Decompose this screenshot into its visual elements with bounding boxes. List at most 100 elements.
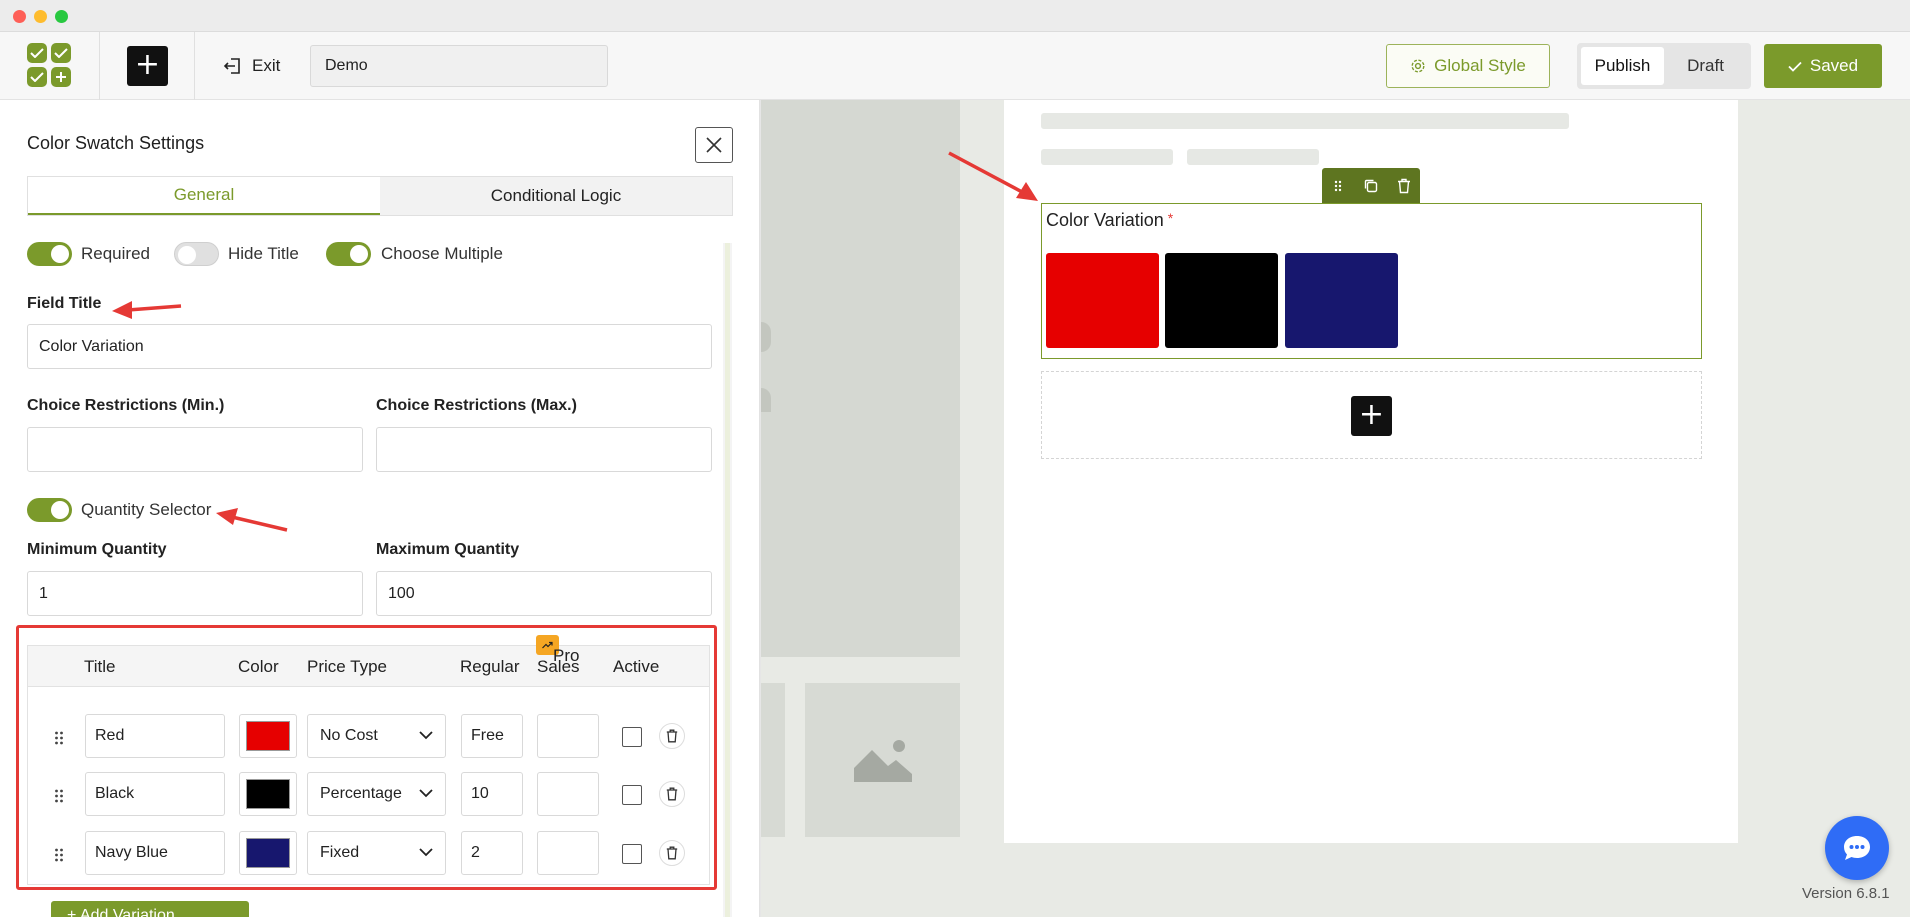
delete-row-button[interactable] bbox=[659, 781, 685, 807]
panel-title: Color Swatch Settings bbox=[27, 133, 205, 153]
field-title-input[interactable]: Color Variation bbox=[27, 324, 712, 369]
add-variation-button[interactable]: + Add Variation bbox=[51, 901, 249, 917]
choose-multiple-label: Choose Multiple bbox=[381, 244, 503, 263]
column-title: Title bbox=[84, 657, 116, 676]
chevron-down-icon bbox=[419, 789, 433, 798]
plus-icon: + bbox=[134, 47, 161, 82]
gear-icon bbox=[1411, 59, 1425, 73]
version-label: Version 6.8.1 bbox=[1802, 885, 1890, 902]
close-panel-button[interactable] bbox=[695, 127, 733, 163]
window-titlebar bbox=[0, 0, 1910, 32]
drag-handle-icon[interactable] bbox=[54, 847, 64, 863]
sales-price-input[interactable] bbox=[537, 714, 599, 758]
choose-multiple-toggle[interactable] bbox=[326, 242, 371, 266]
active-checkbox[interactable] bbox=[622, 785, 642, 805]
hide-title-label: Hide Title bbox=[228, 244, 299, 263]
choice-max-input[interactable] bbox=[376, 427, 712, 472]
add-field-button[interactable]: + bbox=[1351, 396, 1392, 436]
min-quantity-input[interactable]: 1 bbox=[27, 571, 363, 616]
variation-color-picker[interactable] bbox=[239, 714, 297, 758]
trash-icon bbox=[666, 729, 678, 743]
minimize-window-button[interactable] bbox=[34, 10, 47, 23]
trending-up-icon bbox=[542, 641, 553, 649]
table-row: Black Percentage 10 bbox=[28, 772, 709, 820]
global-style-button[interactable]: Global Style bbox=[1386, 44, 1550, 88]
draft-option[interactable]: Draft bbox=[1664, 47, 1747, 85]
drag-handle-icon[interactable] bbox=[54, 788, 64, 804]
skeleton-line bbox=[1041, 149, 1173, 165]
tab-conditional-logic[interactable]: Conditional Logic bbox=[380, 177, 732, 215]
variation-color-picker[interactable] bbox=[239, 772, 297, 816]
editor-toolbar: + Exit Demo Global Style Publish Draft S… bbox=[0, 32, 1910, 100]
trash-icon bbox=[666, 787, 678, 801]
close-icon bbox=[706, 137, 722, 153]
choice-min-input[interactable] bbox=[27, 427, 363, 472]
image-icon bbox=[853, 740, 912, 782]
choice-max-label: Choice Restrictions (Max.) bbox=[376, 397, 577, 414]
settings-tabs: General Conditional Logic bbox=[27, 176, 733, 216]
drag-handle-icon[interactable] bbox=[54, 730, 64, 746]
swatch-black[interactable] bbox=[1165, 253, 1278, 348]
variation-title-input[interactable]: Red bbox=[85, 714, 225, 758]
background-placeholder-block bbox=[761, 100, 960, 657]
regular-price-input[interactable]: 2 bbox=[461, 831, 523, 875]
color-swatch-widget[interactable]: Color Variation * bbox=[1041, 203, 1702, 359]
table-row: Red No Cost Free bbox=[28, 714, 709, 762]
variations-table-header: Title Color Price Type Regular Sales Act… bbox=[28, 635, 709, 687]
saved-button[interactable]: Saved bbox=[1764, 44, 1882, 88]
image-placeholder bbox=[805, 683, 960, 837]
delete-row-button[interactable] bbox=[659, 840, 685, 866]
column-regular: Regular bbox=[460, 657, 520, 676]
regular-price-input[interactable]: 10 bbox=[461, 772, 523, 816]
delete-row-button[interactable] bbox=[659, 723, 685, 749]
add-field-dropzone: + bbox=[1041, 371, 1702, 459]
add-element-button[interactable]: + bbox=[127, 46, 168, 86]
page-name-input[interactable]: Demo bbox=[310, 45, 608, 87]
active-checkbox[interactable] bbox=[622, 844, 642, 864]
exit-icon bbox=[223, 58, 240, 74]
close-window-button[interactable] bbox=[13, 10, 26, 23]
swatch-navy-blue[interactable] bbox=[1285, 253, 1398, 348]
max-quantity-input[interactable]: 100 bbox=[376, 571, 712, 616]
chevron-down-icon bbox=[419, 731, 433, 740]
app-logo-icon bbox=[27, 43, 72, 88]
chat-button[interactable] bbox=[1825, 816, 1889, 880]
toolbar-divider bbox=[194, 32, 195, 100]
quantity-selector-label: Quantity Selector bbox=[81, 500, 212, 519]
variation-title-input[interactable]: Black bbox=[85, 772, 225, 816]
sales-price-input[interactable] bbox=[537, 772, 599, 816]
exit-button[interactable]: Exit bbox=[222, 54, 280, 78]
active-checkbox[interactable] bbox=[622, 727, 642, 747]
column-color: Color bbox=[238, 657, 279, 676]
background-shape bbox=[761, 322, 771, 412]
drag-handle-icon[interactable] bbox=[1322, 168, 1355, 203]
price-type-select[interactable]: No Cost bbox=[307, 714, 446, 758]
chevron-down-icon bbox=[419, 848, 433, 857]
skeleton-line bbox=[1187, 149, 1319, 165]
column-active: Active bbox=[613, 657, 660, 676]
skeleton-line bbox=[1041, 113, 1569, 129]
quantity-selector-toggle[interactable] bbox=[27, 498, 72, 522]
duplicate-icon[interactable] bbox=[1355, 168, 1388, 203]
trash-icon[interactable] bbox=[1387, 168, 1420, 203]
hide-title-toggle[interactable] bbox=[174, 242, 219, 266]
required-toggle[interactable] bbox=[27, 242, 72, 266]
sales-price-input[interactable] bbox=[537, 831, 599, 875]
zoom-window-button[interactable] bbox=[55, 10, 68, 23]
swatch-red[interactable] bbox=[1046, 253, 1159, 348]
variation-color-picker[interactable] bbox=[239, 831, 297, 875]
variation-title-input[interactable]: Navy Blue bbox=[85, 831, 225, 875]
variations-table: Title Color Price Type Regular Sales Act… bbox=[27, 635, 710, 885]
publish-draft-toggle: Publish Draft bbox=[1577, 43, 1751, 89]
price-type-select[interactable]: Percentage bbox=[307, 772, 446, 816]
tab-general[interactable]: General bbox=[28, 177, 380, 215]
widget-toolbar bbox=[1322, 168, 1420, 203]
trash-icon bbox=[666, 846, 678, 860]
regular-price-input[interactable]: Free bbox=[461, 714, 523, 758]
publish-option[interactable]: Publish bbox=[1581, 47, 1664, 85]
widget-title: Color Variation * bbox=[1046, 210, 1174, 230]
settings-panel: Color Swatch Settings General Conditiona… bbox=[0, 100, 760, 917]
saved-label: Saved bbox=[1809, 56, 1859, 75]
price-type-select[interactable]: Fixed bbox=[307, 831, 446, 875]
panel-scrollbar[interactable] bbox=[723, 243, 732, 917]
